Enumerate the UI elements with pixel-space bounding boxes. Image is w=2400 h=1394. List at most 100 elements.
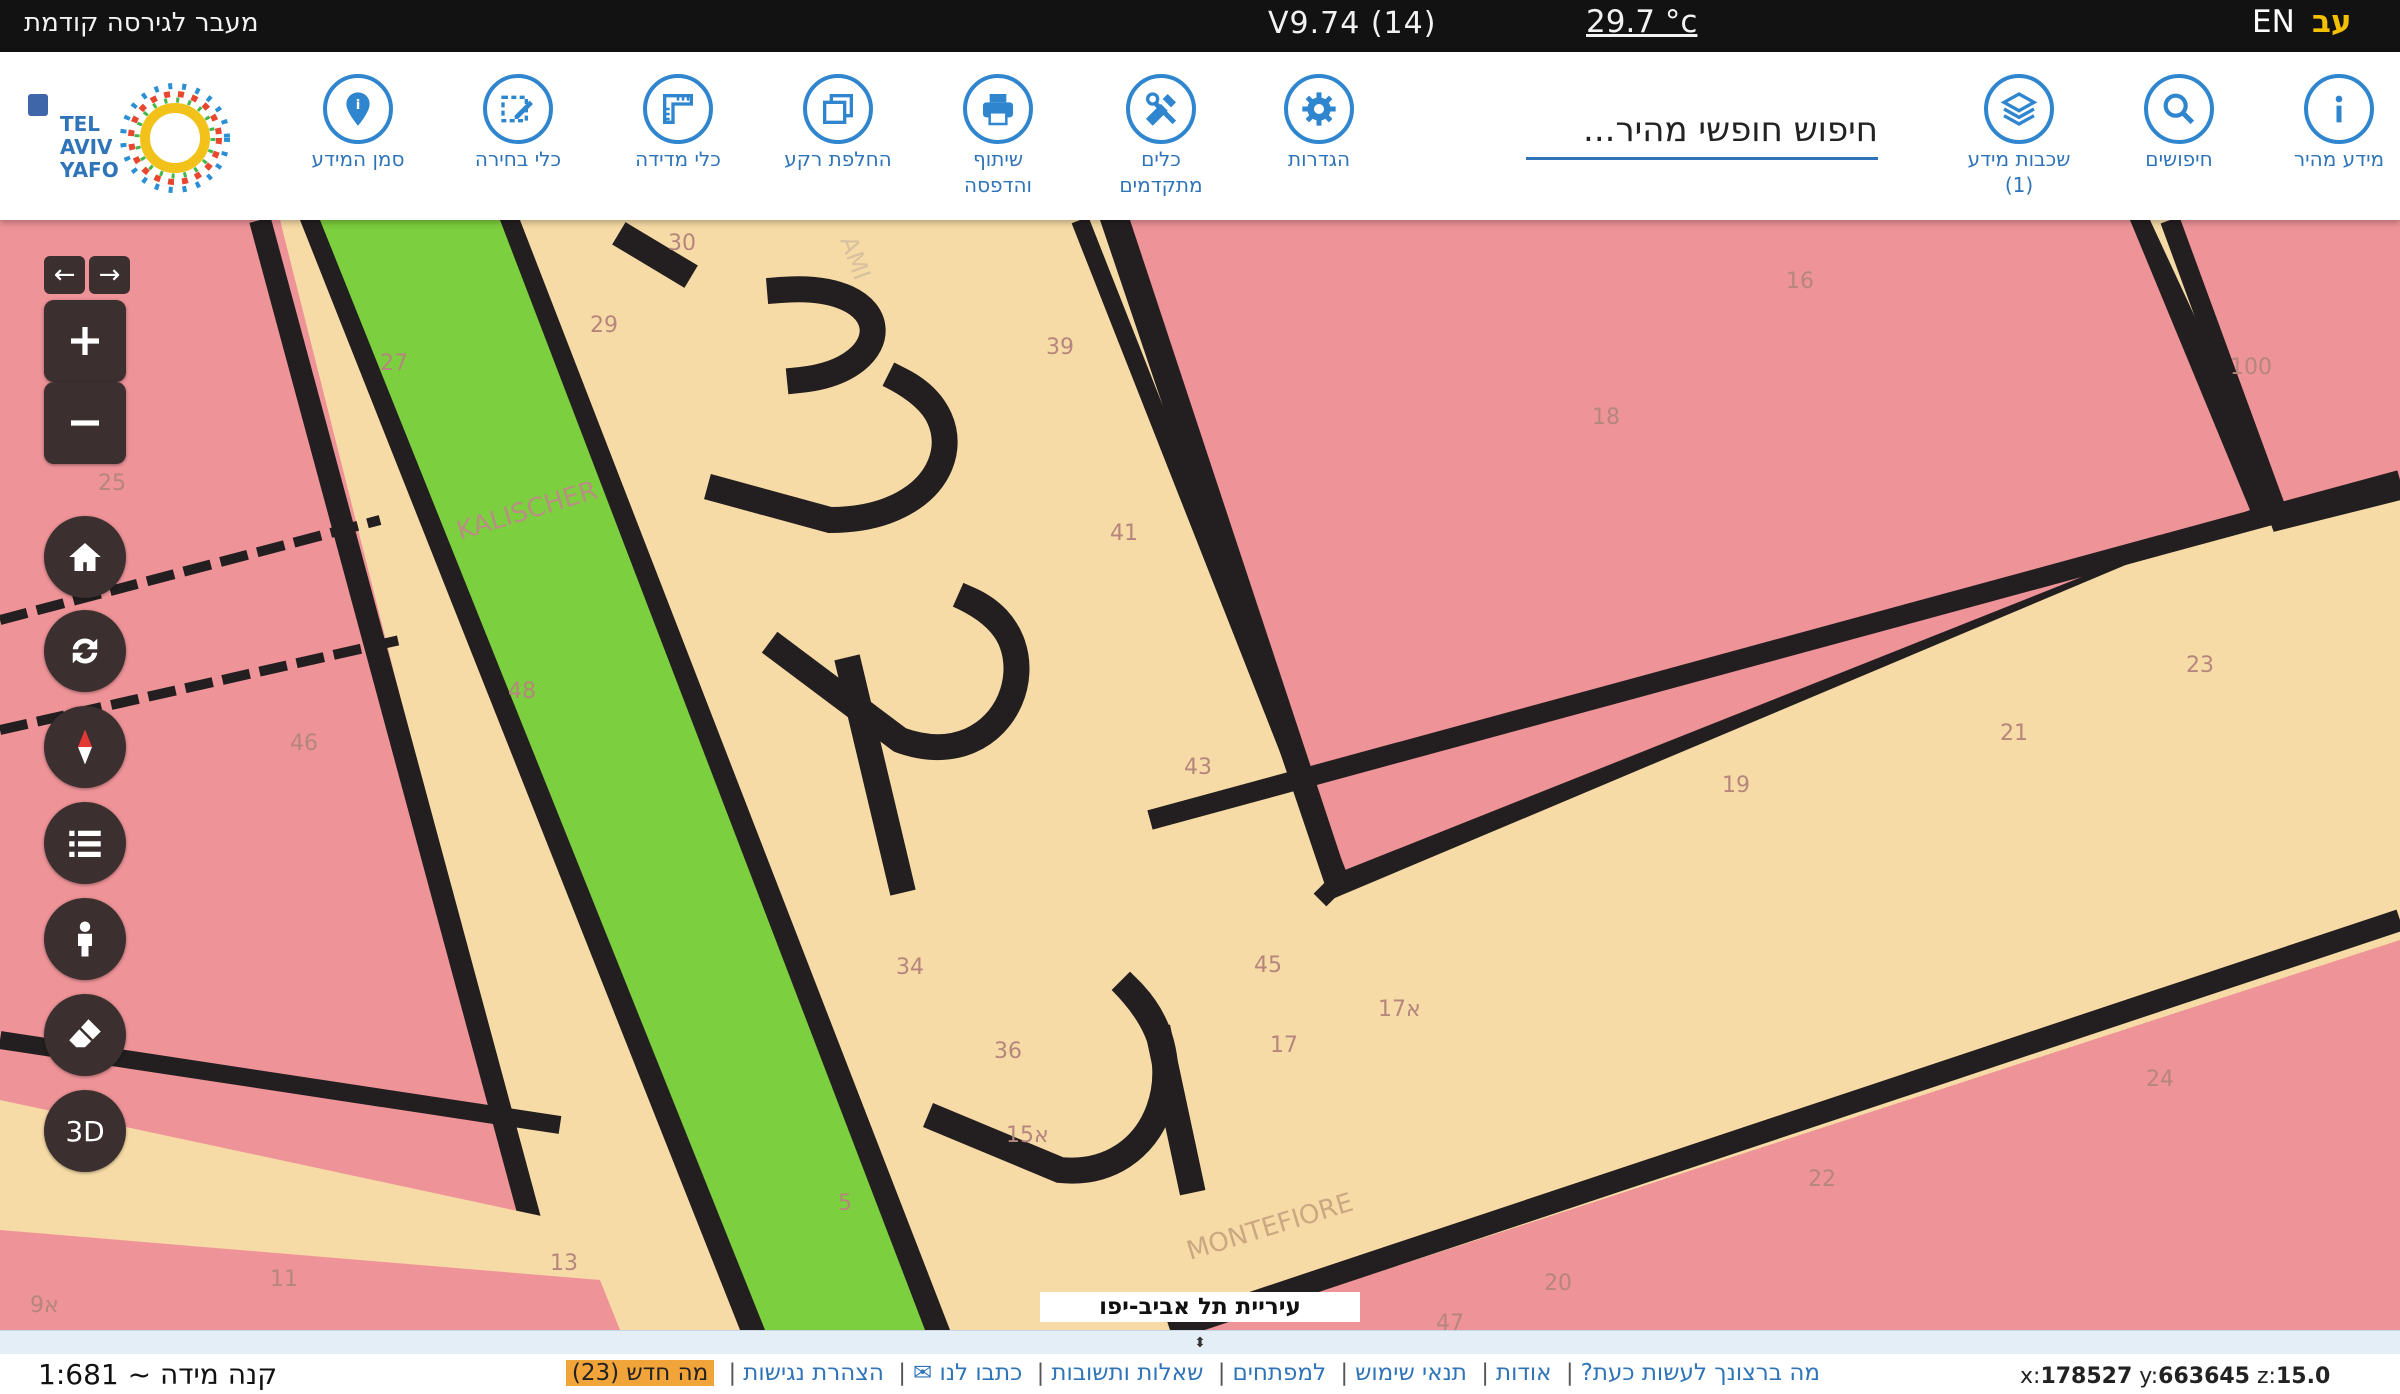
minus-icon	[71, 420, 99, 426]
refresh-button[interactable]	[44, 610, 126, 692]
parcel-number: 9א	[30, 1293, 59, 1318]
parcel-number: 34	[896, 955, 924, 980]
quick-search-box	[1526, 102, 1878, 160]
coordinates-readout: x:178527 y:663645 z:15.0	[2020, 1364, 2331, 1389]
street-view-button[interactable]	[44, 898, 126, 980]
previous-version-link[interactable]: מעבר לגירסה קודמת	[24, 8, 258, 38]
printer-icon	[963, 74, 1033, 144]
footer-link-developers[interactable]: למפתחים	[1232, 1360, 1326, 1386]
layers-square-icon	[803, 74, 873, 144]
eraser-icon	[69, 1019, 101, 1048]
3d-label: 3D	[65, 1114, 105, 1148]
zoom-out-button[interactable]	[44, 382, 126, 464]
language-en[interactable]: EN	[2252, 4, 2295, 40]
map-pin-icon: i	[323, 74, 393, 144]
stacked-layers-icon	[1984, 74, 2054, 144]
back-arrow-icon[interactable]: ←	[44, 256, 85, 294]
measure-tools-button[interactable]: כלי מדידה	[603, 74, 753, 172]
info-icon	[2304, 74, 2374, 144]
logo-emblem-icon	[28, 94, 48, 116]
zoom-in-button[interactable]	[44, 300, 126, 382]
parcel-number: 23	[2186, 653, 2214, 678]
parcel-number: 46	[290, 731, 318, 756]
pencil-select-icon	[483, 74, 553, 144]
scale-indicator: קנה מידה ~ 1:681	[38, 1358, 278, 1391]
whats-new-badge[interactable]: מה חדש (23)	[565, 1360, 715, 1386]
quick-info-button[interactable]: מידע מהיר	[2264, 74, 2400, 172]
plus-icon	[71, 327, 99, 355]
settings-button[interactable]: הגדרות	[1244, 74, 1394, 172]
compass-icon	[78, 729, 92, 765]
legend-button[interactable]	[44, 802, 126, 884]
parcel-number: 30	[668, 231, 696, 256]
parcel-number: 19	[1722, 773, 1750, 798]
parcel-number: 25	[98, 471, 126, 496]
top-bar: מעבר לגירסה קודמת V9.74 (14) 29.7 °c EN …	[0, 0, 2400, 52]
tel-aviv-logo[interactable]: TEL AVIV YAFO	[20, 76, 250, 196]
parcel-number: 39	[1046, 335, 1074, 360]
select-tools-button[interactable]: כלי בחירה	[443, 74, 593, 172]
parcel-number: 15א	[1006, 1123, 1049, 1148]
layers-count: (1)	[2004, 173, 2034, 197]
language-he[interactable]: עב	[2312, 4, 2352, 40]
parcel-number: 29	[590, 313, 618, 338]
svg-text:i: i	[356, 98, 361, 113]
parcel-number: 16	[1786, 269, 1814, 294]
temperature-link[interactable]: 29.7 °c	[1586, 4, 1697, 40]
footer-link-faq[interactable]: שאלות ותשובות	[1051, 1360, 1203, 1386]
parcel-number: 5	[838, 1191, 852, 1216]
version-label: V9.74 (14)	[1268, 6, 1437, 41]
history-arrows: ← →	[44, 256, 130, 294]
status-bar: ⬍ קנה מידה ~ 1:681 מה ברצונך לעשות כעת?|…	[0, 1330, 2400, 1394]
statusbar-toggle-handle[interactable]: ⬍	[0, 1330, 2400, 1354]
parcel-number: 100	[2230, 355, 2272, 380]
parcel-number: 24	[2146, 1067, 2174, 1092]
parcel-number: 13	[550, 1251, 578, 1276]
share-print-button[interactable]: שיתוף והדפסה	[923, 74, 1073, 198]
parcel-number: 17	[1270, 1033, 1298, 1058]
switch-background-button[interactable]: החלפת רקע	[763, 74, 913, 172]
parcel-number: 27	[380, 351, 408, 376]
forward-arrow-icon[interactable]: →	[89, 256, 130, 294]
ruler-icon	[643, 74, 713, 144]
parcel-number: 47	[1436, 1311, 1464, 1330]
3d-view-button[interactable]: 3D	[44, 1090, 126, 1172]
list-icon	[69, 830, 101, 857]
parcel-number: 45	[1254, 953, 1282, 978]
refresh-icon	[72, 638, 98, 664]
footer-link-terms[interactable]: תנאי שימוש	[1355, 1360, 1467, 1386]
footer-links: מה ברצונך לעשות כעת?| אודות| תנאי שימוש|…	[565, 1360, 1820, 1386]
info-marker-button[interactable]: i סמן המידע	[283, 74, 433, 172]
parcel-number: 17א	[1378, 997, 1421, 1022]
footer-link-what-to-do[interactable]: מה ברצונך לעשות כעת?	[1581, 1360, 1820, 1386]
wrench-hammer-icon	[1126, 74, 1196, 144]
clear-button[interactable]	[44, 994, 126, 1076]
parcel-number: 11	[270, 1267, 298, 1292]
person-icon	[78, 921, 92, 957]
footer-link-contact[interactable]: כתבו לנו ✉	[913, 1360, 1022, 1386]
advanced-tools-button[interactable]: כלים מתקדמים	[1086, 74, 1236, 198]
svg-text:AVIV: AVIV	[60, 135, 113, 159]
searches-button[interactable]: חיפושים	[2104, 74, 2254, 172]
logo-burst-icon	[120, 83, 230, 193]
map-canvas[interactable]: KALISCHER MONTEFIORE AMI 30 29 27 25 48 …	[0, 220, 2400, 1330]
coord-y: 663645	[2158, 1364, 2250, 1389]
footer-link-about[interactable]: אודות	[1496, 1360, 1552, 1386]
footer-link-accessibility[interactable]: הצהרת נגישות	[743, 1360, 884, 1386]
parcel-number: 20	[1544, 1271, 1572, 1296]
parcel-number: 22	[1808, 1167, 1836, 1192]
svg-text:TEL: TEL	[60, 112, 100, 136]
quick-search-input[interactable]	[1526, 102, 1878, 157]
svg-text:YAFO: YAFO	[59, 158, 119, 182]
parcel-number: 41	[1110, 521, 1138, 546]
compass-button[interactable]	[44, 706, 126, 788]
coord-x: 178527	[2040, 1364, 2133, 1389]
parcel-number: 18	[1592, 405, 1620, 430]
parcel-number: 36	[994, 1039, 1022, 1064]
coord-z: 15.0	[2275, 1364, 2331, 1389]
layers-button[interactable]: שכבות מידע (1)	[1944, 74, 2094, 198]
parcel-number: 21	[2000, 721, 2028, 746]
home-button[interactable]	[44, 516, 126, 598]
map-credit: עיריית תל אביב-יפו	[1040, 1292, 1360, 1322]
map-tiles: KALISCHER MONTEFIORE AMI 30 29 27 25 48 …	[0, 220, 2400, 1330]
